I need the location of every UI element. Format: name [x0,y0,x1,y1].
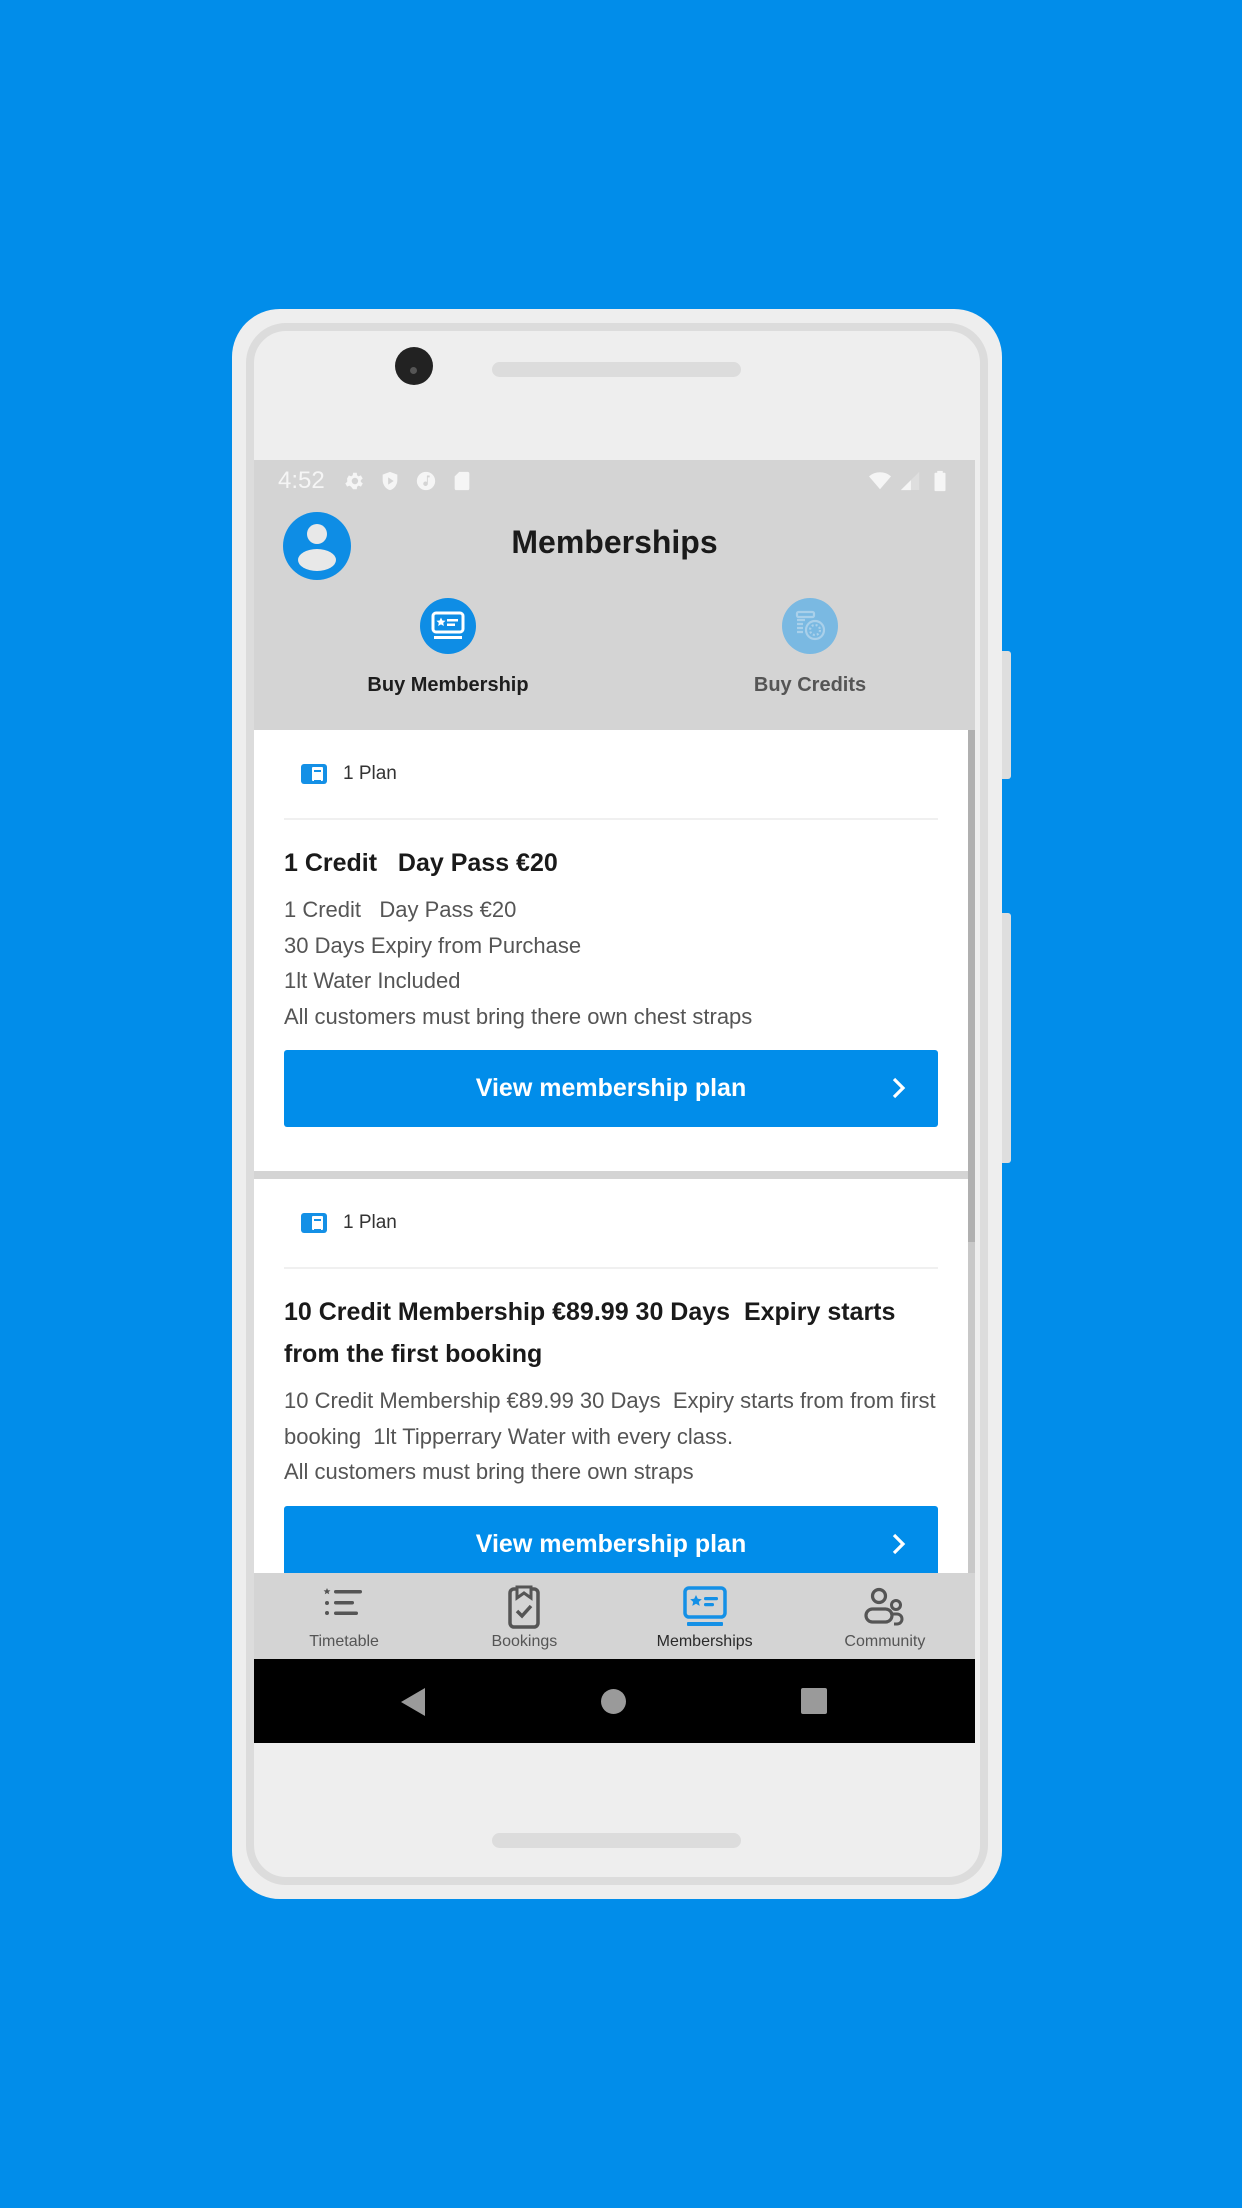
status-time: 4:52 [278,467,325,494]
scrollbar-thumb[interactable] [968,730,975,1242]
membership-plan-card: 1 Plan 10 Credit Membership €89.99 30 Da… [254,1179,968,1573]
plan-description: 1 Credit Day Pass €20 30 Days Expiry fro… [284,892,938,1034]
nav-community[interactable]: Community [795,1573,975,1659]
wifi-icon [869,472,891,490]
plan-count: 1 Plan [343,1212,397,1233]
membership-type-tabs: Buy Membership Buy Credits [254,598,975,728]
button-label: View membership plan [475,1529,747,1558]
plan-description: 10 Credit Membership €89.99 30 Days Expi… [284,1383,938,1490]
plan-description-line: All customers must bring there own chest… [284,1003,753,1029]
nav-label: Memberships [656,1633,753,1650]
plan-description-line: All customers must bring there own strap… [284,1459,694,1484]
app-screen: 4:52 Memberships Buy Membership Buy Cred… [254,460,975,1743]
nav-memberships[interactable]: Memberships [615,1573,795,1659]
nav-bookings[interactable]: Bookings [434,1573,614,1659]
membership-card-icon [420,598,476,654]
bottom-speaker [492,1833,741,1848]
tab-label: Buy Membership [367,674,529,696]
home-icon[interactable] [601,1689,626,1714]
credits-coins-icon [782,598,838,654]
plan-count-row: 1 Plan [284,730,938,820]
nav-label: Timetable [309,1633,379,1650]
front-camera [395,347,433,385]
plan-title: 10 Credit Membership €89.99 30 Days Expi… [284,1298,910,1368]
tab-buy-credits[interactable]: Buy Credits [690,598,930,697]
nav-timetable[interactable]: Timetable [254,1573,434,1659]
recents-icon[interactable] [801,1688,827,1714]
power-button [1002,913,1011,1163]
back-icon[interactable] [400,1687,426,1717]
page-title: Memberships [511,524,718,560]
membership-plan-card: 1 Plan 1 Credit Day Pass €20 1 Credit Da… [254,730,968,1171]
view-membership-plan-button[interactable]: View membership plan [284,1050,938,1127]
settings-icon [345,472,363,490]
timetable-list-icon [323,1588,363,1615]
music-icon [416,471,435,491]
plan-description-line: 1lt Water Included [284,968,461,993]
membership-card-icon [682,1586,727,1626]
app-header: Memberships [254,502,975,582]
nav-label: Bookings [491,1633,558,1650]
view-membership-plan-button[interactable]: View membership plan [284,1505,938,1573]
plan-count-row: 1 Plan [284,1179,938,1269]
button-label: View membership plan [475,1074,747,1102]
shield-play-icon [382,471,398,491]
plan-description-line: 1 Credit Day Pass €20 [284,897,517,922]
plan-list-icon [301,764,327,784]
chevron-right-icon [892,1077,906,1099]
plan-list-icon [301,1213,327,1233]
system-navigation-bar [254,1659,975,1743]
tab-label: Buy Credits [753,674,867,696]
membership-plan-list[interactable]: 1 Plan 1 Credit Day Pass €20 1 Credit Da… [254,730,968,1573]
sd-card-icon [454,471,470,491]
plan-count: 1 Plan [343,763,397,784]
community-people-icon [864,1587,904,1626]
chevron-right-icon [892,1533,906,1554]
volume-button [1002,651,1011,779]
tab-buy-membership[interactable]: Buy Membership [328,598,568,697]
bottom-navigation: Timetable Bookings Memberships Community [254,1573,975,1659]
earpiece-speaker [492,362,741,377]
clipboard-check-icon [508,1585,541,1629]
scrollbar[interactable] [968,730,975,1573]
battery-icon [934,470,946,492]
signal-icon [900,471,920,491]
plan-title: 1 Credit Day Pass €20 [284,849,558,877]
plan-description-line: 10 Credit Membership €89.99 30 Days Expi… [284,1388,942,1449]
plan-description-line: 30 Days Expiry from Purchase [284,932,582,958]
nav-label: Community [844,1633,926,1650]
status-bar: 4:52 [254,460,975,502]
